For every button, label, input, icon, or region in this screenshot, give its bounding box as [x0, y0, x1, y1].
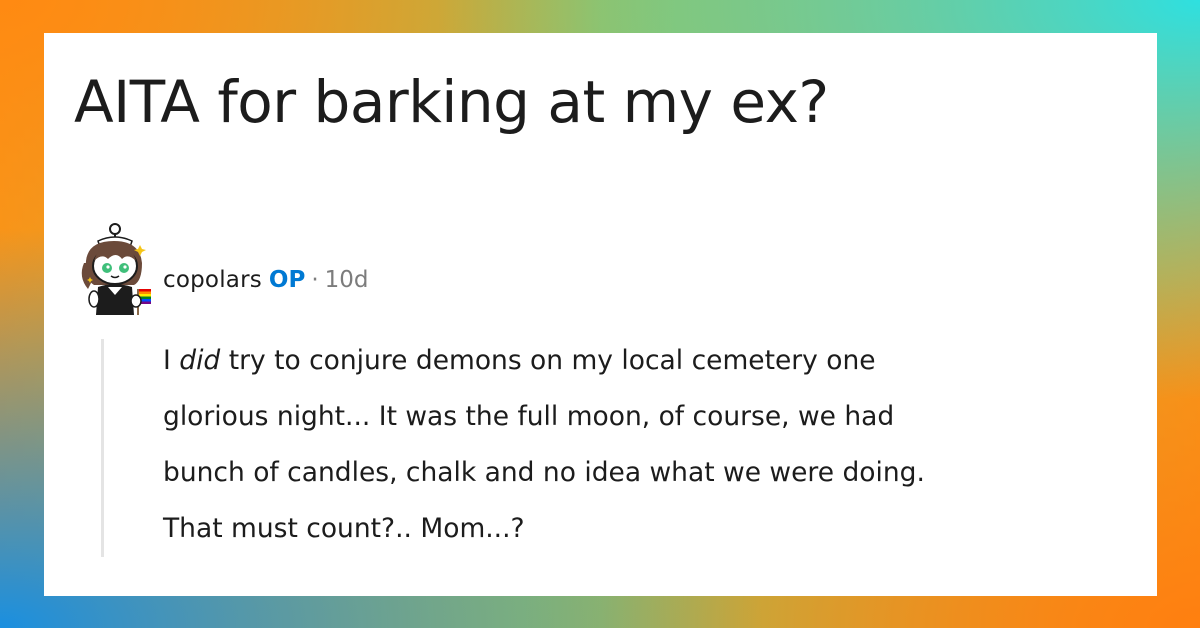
- comment-line-4: That must count?.. Mom...?: [163, 513, 525, 544]
- user-avatar[interactable]: [68, 219, 154, 319]
- comment-line-1: I did try to conjure demons on my local …: [163, 345, 876, 376]
- comment-line-2: glorious night... It was the full moon, …: [163, 401, 895, 432]
- comment-meta: copolars OP · 10d: [163, 269, 369, 292]
- op-badge: OP: [268, 267, 306, 293]
- emphasis-text: did: [179, 345, 221, 376]
- thread-collapse-line[interactable]: [101, 339, 104, 557]
- comment-timestamp[interactable]: 10d: [325, 267, 369, 293]
- comment-body: I did try to conjure demons on my local …: [163, 333, 1153, 557]
- comment-username[interactable]: copolars: [163, 267, 262, 293]
- post-title: AITA for barking at my ex?: [74, 68, 829, 136]
- snoo-avatar-icon: [81, 223, 151, 315]
- comment-line-3: bunch of candles, chalk and no idea what…: [163, 457, 925, 488]
- meta-separator: ·: [311, 267, 319, 293]
- content-card: AITA for barking at my ex? copolars OP ·…: [44, 33, 1157, 596]
